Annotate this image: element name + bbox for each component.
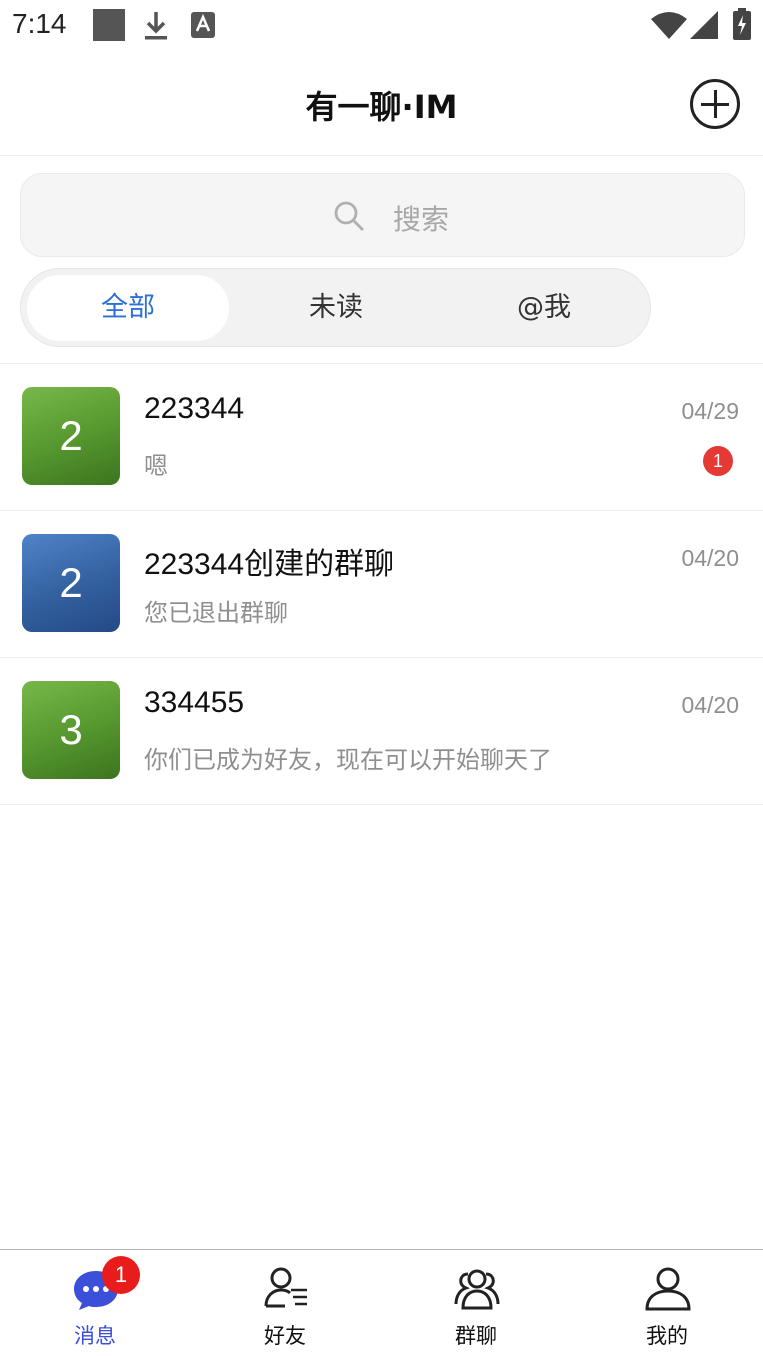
avatar: 2	[22, 387, 120, 485]
friends-list-icon	[263, 1266, 309, 1312]
battery-charging-icon	[733, 8, 751, 44]
page-title: 有一聊·IM	[305, 88, 458, 126]
conversation-preview: 您已退出群聊	[144, 599, 288, 627]
conversation-item[interactable]: 2 223344 嗯 04/29 1	[0, 364, 763, 511]
search-icon	[333, 200, 365, 232]
signal-icon	[690, 11, 718, 43]
bottom-nav: 1 消息 好友 群聊 我的	[0, 1249, 763, 1356]
conversation-name: 334455	[144, 686, 245, 719]
search-placeholder: 搜索	[393, 203, 450, 236]
nav-item-messages[interactable]: 1 消息	[0, 1250, 190, 1356]
conversation-name: 223344	[144, 392, 245, 425]
nav-item-groups[interactable]: 群聊	[381, 1250, 571, 1356]
conversation-item[interactable]: 3 334455 你们已成为好友，现在可以开始聊天了 04/20	[0, 658, 763, 805]
tab-unread[interactable]: 未读	[235, 275, 437, 341]
conversation-preview: 嗯	[144, 452, 168, 480]
text-a-icon	[191, 12, 215, 42]
conversation-time: 04/20	[681, 545, 739, 571]
unread-badge: 1	[703, 446, 733, 476]
square-notification-icon	[93, 9, 125, 45]
add-button[interactable]	[690, 79, 740, 129]
status-bar: 7:14	[0, 0, 763, 52]
conversation-time: 04/20	[681, 692, 739, 718]
conversation-preview: 你们已成为好友，现在可以开始聊天了	[144, 746, 552, 774]
conversation-item[interactable]: 2 223344创建的群聊 您已退出群聊 04/20	[0, 511, 763, 658]
nav-badge: 1	[102, 1256, 140, 1294]
avatar: 2	[22, 534, 120, 632]
filter-tabs: 全部 未读 @我	[20, 268, 651, 347]
search-input[interactable]: 搜索	[20, 173, 745, 257]
status-time: 7:14	[12, 8, 67, 39]
nav-label: 好友	[264, 1324, 306, 1348]
download-icon	[143, 10, 169, 44]
nav-label: 群聊	[455, 1324, 497, 1348]
profile-icon	[645, 1266, 691, 1312]
app-header: 有一聊·IM	[0, 52, 763, 156]
conversation-name: 223344创建的群聊	[144, 548, 395, 581]
nav-label: 我的	[646, 1324, 688, 1348]
conversation-time: 04/29	[681, 398, 739, 424]
group-icon	[454, 1266, 500, 1312]
conversation-list: 2 223344 嗯 04/29 1 2 223344创建的群聊 您已退出群聊 …	[0, 364, 763, 805]
wifi-icon	[651, 11, 687, 43]
nav-label: 消息	[74, 1324, 116, 1348]
tab-mentions[interactable]: @我	[443, 275, 645, 341]
avatar: 3	[22, 681, 120, 779]
tab-all[interactable]: 全部	[27, 275, 229, 341]
nav-item-profile[interactable]: 我的	[572, 1250, 762, 1356]
nav-item-friends[interactable]: 好友	[190, 1250, 380, 1356]
